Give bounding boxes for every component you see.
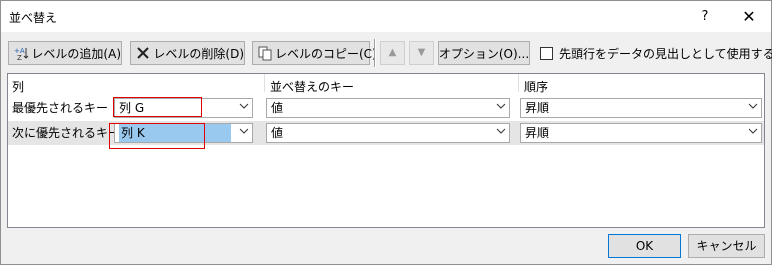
- chevron-down-icon[interactable]: [492, 99, 509, 117]
- close-button[interactable]: ✕: [735, 5, 763, 29]
- order-value: 昇順: [525, 101, 550, 115]
- chevron-down-icon[interactable]: [235, 124, 252, 142]
- toolbar: +A Z レベルの追加(A) レベルの削除(D) レベルのコピー(C) ▲ ▼ オ…: [1, 37, 772, 69]
- move-down-button[interactable]: ▼: [409, 41, 434, 65]
- title-bar: 並べ替え ? ✕: [1, 1, 771, 32]
- header-divider: [264, 74, 265, 92]
- order-select[interactable]: 昇順: [520, 98, 762, 118]
- sort-on-value: 値: [271, 101, 284, 115]
- delete-level-label: レベルの削除(D): [153, 46, 244, 61]
- chevron-down-icon[interactable]: [744, 99, 761, 117]
- sort-dialog: 並べ替え ? ✕ +A Z レベルの追加(A) レベルの削除(D) レベルのコピー…: [0, 0, 772, 265]
- checkbox-box[interactable]: [540, 47, 553, 60]
- highlight-box: [109, 123, 205, 149]
- header-divider: [518, 74, 519, 92]
- toolbar-separator: [374, 39, 376, 67]
- sort-on-value: 値: [271, 126, 284, 140]
- copy-level-label: レベルのコピー(C): [275, 46, 377, 61]
- header-row-checkbox-label: 先頭行をデータの見出しとして使用する(H): [559, 47, 772, 61]
- ok-button[interactable]: OK: [608, 234, 681, 258]
- add-level-icon: +A Z: [13, 45, 29, 62]
- options-button[interactable]: オプション(O)...: [438, 41, 530, 65]
- sort-on-select[interactable]: 値: [266, 98, 510, 118]
- sort-on-header: 並べ替えのキー: [270, 80, 355, 94]
- highlight-box: [113, 97, 202, 117]
- header-row-checkbox[interactable]: 先頭行をデータの見出しとして使用する(H): [540, 45, 772, 62]
- sort-on-select[interactable]: 値: [266, 123, 510, 143]
- help-button[interactable]: ?: [691, 5, 719, 29]
- copy-level-button[interactable]: レベルのコピー(C): [252, 41, 377, 65]
- move-up-button[interactable]: ▲: [380, 41, 405, 65]
- dialog-title: 並べ替え: [9, 11, 58, 25]
- svg-text:Z: Z: [17, 54, 22, 61]
- add-level-label: レベルの追加(A): [31, 46, 121, 61]
- delete-level-icon: [135, 45, 151, 61]
- level-label: 最優先されるキー: [12, 101, 109, 115]
- order-header: 順序: [524, 80, 549, 94]
- chevron-down-icon[interactable]: [235, 99, 252, 117]
- copy-level-icon: [257, 45, 273, 61]
- delete-level-button[interactable]: レベルの削除(D): [130, 41, 245, 65]
- column-header: 列: [12, 80, 25, 94]
- add-level-button[interactable]: +A Z レベルの追加(A): [8, 41, 122, 65]
- cancel-button[interactable]: キャンセル: [688, 234, 765, 258]
- arrow-down-icon: ▼: [417, 47, 426, 58]
- chevron-down-icon[interactable]: [744, 124, 761, 142]
- chevron-down-icon[interactable]: [492, 124, 509, 142]
- arrow-up-icon: ▲: [388, 47, 397, 58]
- order-value: 昇順: [525, 126, 550, 140]
- order-select[interactable]: 昇順: [520, 123, 762, 143]
- level-label: 次に優先されるキー: [12, 126, 121, 140]
